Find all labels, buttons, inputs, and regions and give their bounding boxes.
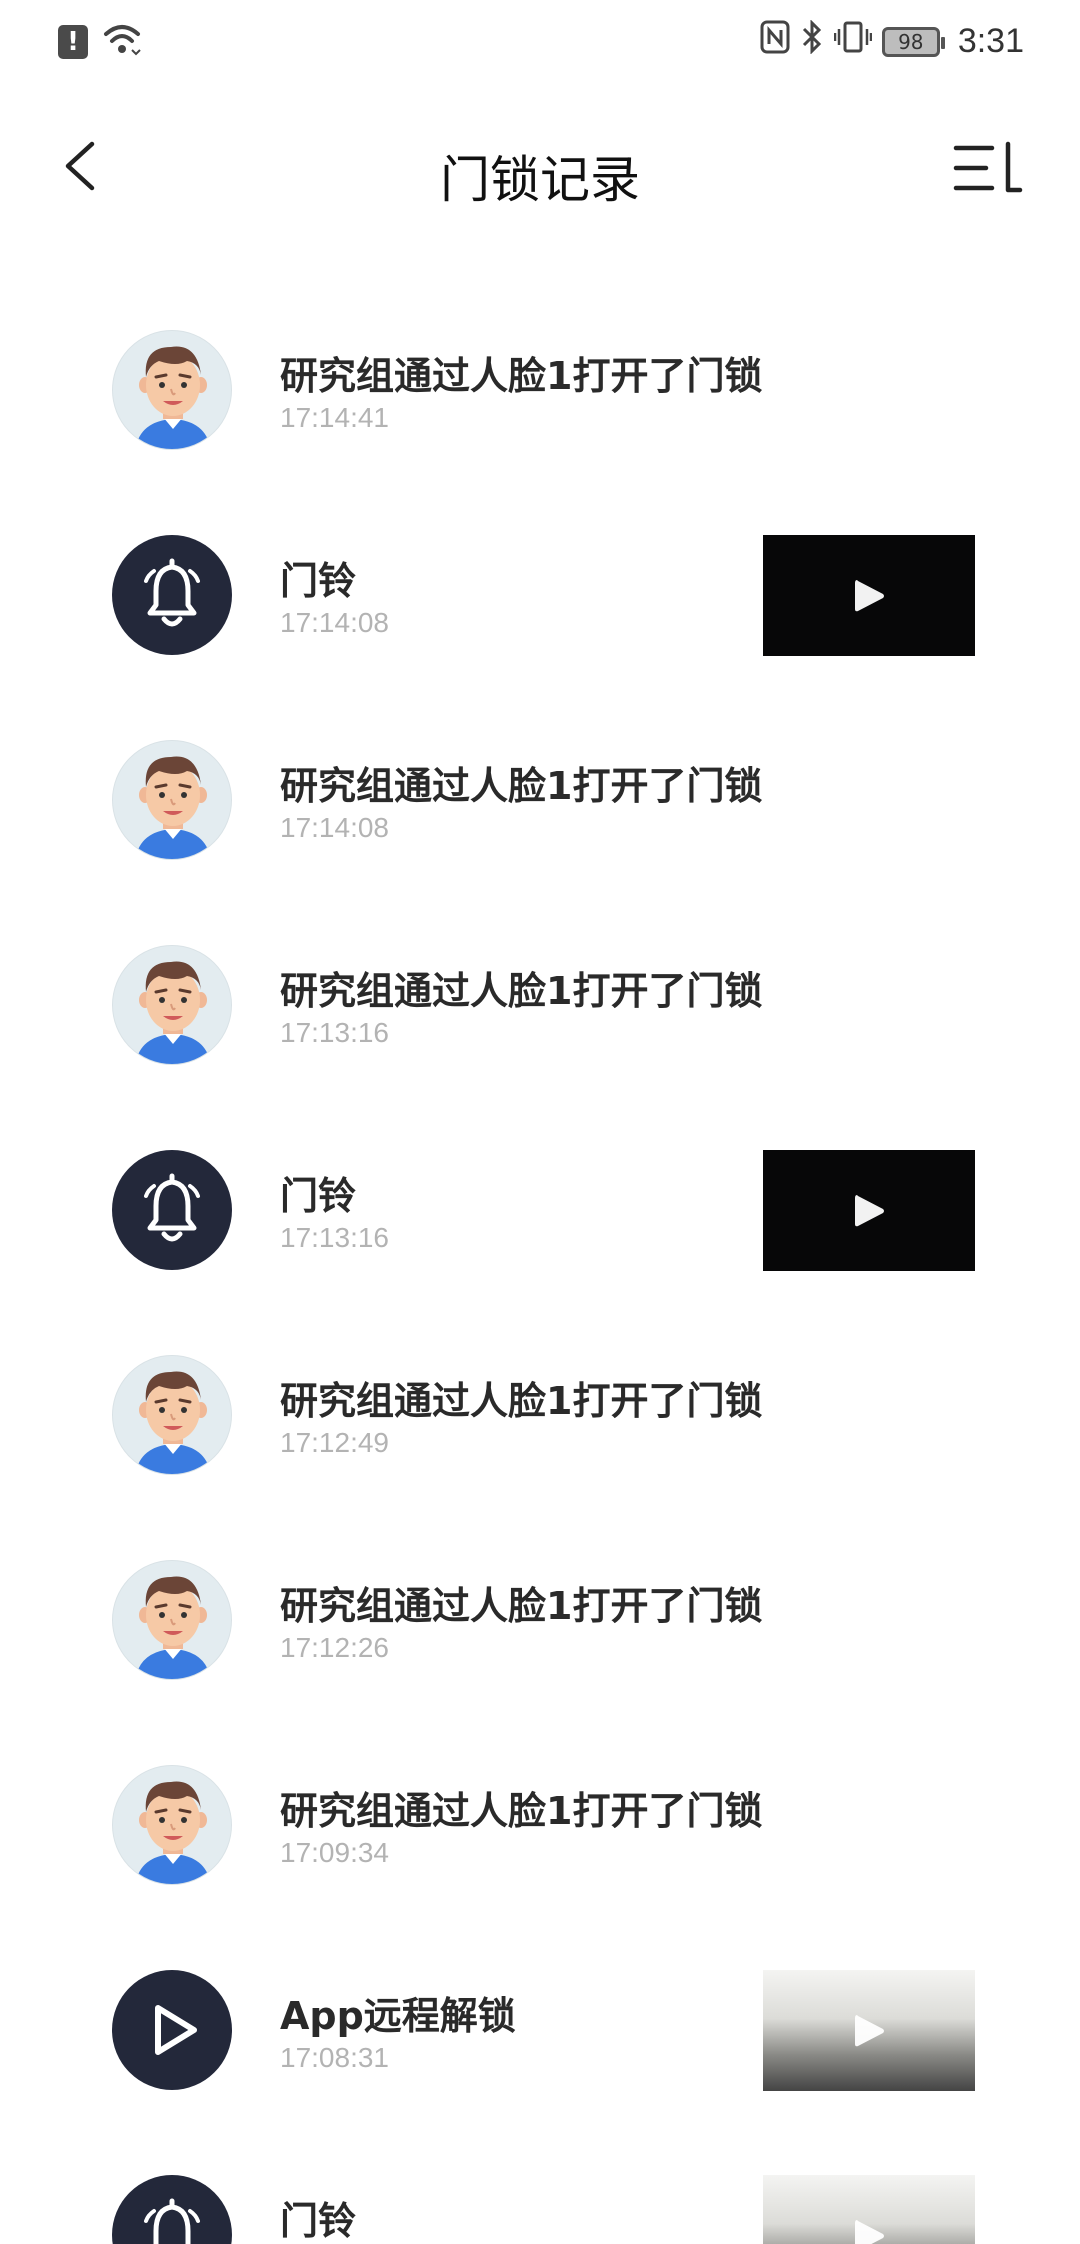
record-time: 17:13:16 bbox=[280, 1222, 389, 1253]
record-row[interactable]: 研究组通过人脸1打开了门锁 17:14:41 bbox=[0, 300, 1080, 505]
record-title: 门铃 bbox=[280, 1174, 357, 1218]
page-title: 门锁记录 bbox=[440, 151, 640, 209]
record-time: 17:09:34 bbox=[280, 1837, 389, 1868]
face-avatar-icon bbox=[112, 945, 232, 1065]
status-right: 98 3:31 bbox=[760, 19, 1024, 63]
record-time: 17:13:16 bbox=[280, 1017, 389, 1048]
record-row[interactable]: 研究组通过人脸1打开了门锁 17:12:49 bbox=[0, 1325, 1080, 1530]
bluetooth-icon bbox=[800, 19, 824, 63]
status-bar: ! 98 3:31 bbox=[0, 0, 1080, 80]
record-row[interactable]: 门铃 17:14:08 bbox=[0, 505, 1080, 710]
record-title: 研究组通过人脸1打开了门锁 bbox=[280, 1379, 763, 1423]
record-time: 17:12:26 bbox=[280, 1632, 389, 1663]
record-title: 门铃 bbox=[280, 2199, 357, 2243]
face-avatar-icon bbox=[112, 330, 232, 450]
record-row[interactable]: 研究组通过人脸1打开了门锁 17:09:34 bbox=[0, 1735, 1080, 1940]
app-header: 门锁记录 bbox=[0, 100, 1080, 240]
lock-record-list: 研究组通过人脸1打开了门锁 17:14:41 门铃 17:14:08 研究组通过人脸… bbox=[0, 300, 1080, 2244]
record-title: 门铃 bbox=[280, 559, 357, 603]
record-title: 研究组通过人脸1打开了门锁 bbox=[280, 1789, 763, 1833]
record-time: 17:14:08 bbox=[280, 812, 389, 843]
record-title: 研究组通过人脸1打开了门锁 bbox=[280, 354, 763, 398]
record-row[interactable]: 门铃 17:13:16 bbox=[0, 1120, 1080, 1325]
sort-list-icon bbox=[950, 141, 1030, 202]
record-time: 17:08:31 bbox=[280, 2042, 389, 2073]
video-thumbnail[interactable] bbox=[763, 1150, 975, 1271]
record-row[interactable]: 门铃 bbox=[0, 2145, 1080, 2244]
video-thumbnail[interactable] bbox=[763, 2175, 975, 2244]
status-left: ! bbox=[58, 22, 142, 62]
face-avatar-icon bbox=[112, 1355, 232, 1475]
record-title: 研究组通过人脸1打开了门锁 bbox=[280, 764, 763, 808]
vibrate-icon bbox=[833, 20, 873, 63]
record-time: 17:14:41 bbox=[280, 402, 389, 433]
nfc-icon bbox=[760, 20, 790, 63]
record-time: 17:14:08 bbox=[280, 607, 389, 638]
alert-icon: ! bbox=[58, 25, 88, 59]
record-row[interactable]: App远程解锁 17:08:31 bbox=[0, 1940, 1080, 2145]
remote-unlock-play-icon bbox=[112, 1970, 232, 2090]
play-icon bbox=[855, 1194, 884, 1226]
face-avatar-icon bbox=[112, 1765, 232, 1885]
doorbell-icon bbox=[112, 1150, 232, 1270]
play-icon bbox=[855, 2014, 884, 2046]
record-title: 研究组通过人脸1打开了门锁 bbox=[280, 1584, 763, 1628]
record-row[interactable]: 研究组通过人脸1打开了门锁 17:12:26 bbox=[0, 1530, 1080, 1735]
battery-icon: 98 bbox=[881, 26, 945, 57]
record-row[interactable]: 研究组通过人脸1打开了门锁 17:13:16 bbox=[0, 915, 1080, 1120]
doorbell-icon bbox=[112, 535, 232, 655]
video-thumbnail[interactable] bbox=[763, 535, 975, 656]
status-time: 3:31 bbox=[957, 22, 1024, 60]
face-avatar-icon bbox=[112, 1560, 232, 1680]
record-title: App远程解锁 bbox=[280, 1994, 516, 2038]
play-icon bbox=[855, 579, 884, 611]
doorbell-icon bbox=[112, 2175, 232, 2244]
face-avatar-icon bbox=[112, 740, 232, 860]
wifi-icon bbox=[102, 22, 142, 62]
video-thumbnail[interactable] bbox=[763, 1970, 975, 2091]
record-title: 研究组通过人脸1打开了门锁 bbox=[280, 969, 763, 1013]
sort-menu-button[interactable] bbox=[950, 138, 1030, 198]
play-icon bbox=[855, 2219, 884, 2244]
record-row[interactable]: 研究组通过人脸1打开了门锁 17:14:08 bbox=[0, 710, 1080, 915]
record-time: 17:12:49 bbox=[280, 1427, 389, 1458]
